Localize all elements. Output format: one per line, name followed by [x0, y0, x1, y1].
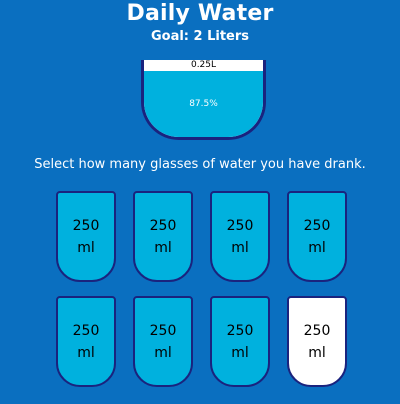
glass-amount: 250 [72, 322, 100, 339]
goal-subtitle: Goal: 2 Liters [150, 29, 250, 44]
glass-unit: ml [77, 344, 95, 361]
glass-unit: ml [231, 239, 249, 256]
glass-unit: ml [308, 344, 326, 361]
glass-amount: 250 [226, 217, 254, 234]
glass-4[interactable]: 250 ml [287, 191, 347, 282]
glass-unit: ml [154, 344, 172, 361]
glass-5[interactable]: 250 ml [56, 296, 116, 387]
cup-fill: 87.5% [144, 70, 263, 137]
glass-6[interactable]: 250 ml [133, 296, 193, 387]
glass-amount: 250 [303, 322, 331, 339]
glass-unit: ml [231, 344, 249, 361]
page-title: Daily Water [126, 1, 274, 26]
instruction-text: Select how many glasses of water you hav… [34, 157, 366, 172]
big-cup: 0.25L 87.5% [141, 60, 266, 140]
glass-unit: ml [77, 239, 95, 256]
remaining-label: 0.25L [190, 60, 217, 70]
glass-unit: ml [308, 239, 326, 256]
glass-2[interactable]: 250 ml [133, 191, 193, 282]
glass-3[interactable]: 250 ml [210, 191, 270, 282]
glass-amount: 250 [226, 322, 254, 339]
glass-amount: 250 [72, 217, 100, 234]
glass-unit: ml [154, 239, 172, 256]
glass-amount: 250 [149, 217, 177, 234]
percentage-label: 87.5% [189, 98, 218, 109]
glass-1[interactable]: 250 ml [56, 191, 116, 282]
glass-amount: 250 [303, 217, 331, 234]
glasses-grid: 250 ml 250 ml 250 ml 250 ml 250 ml 250 m… [56, 191, 349, 387]
glass-7[interactable]: 250 ml [210, 296, 270, 387]
glass-8[interactable]: 250 ml [287, 296, 347, 387]
glass-amount: 250 [149, 322, 177, 339]
